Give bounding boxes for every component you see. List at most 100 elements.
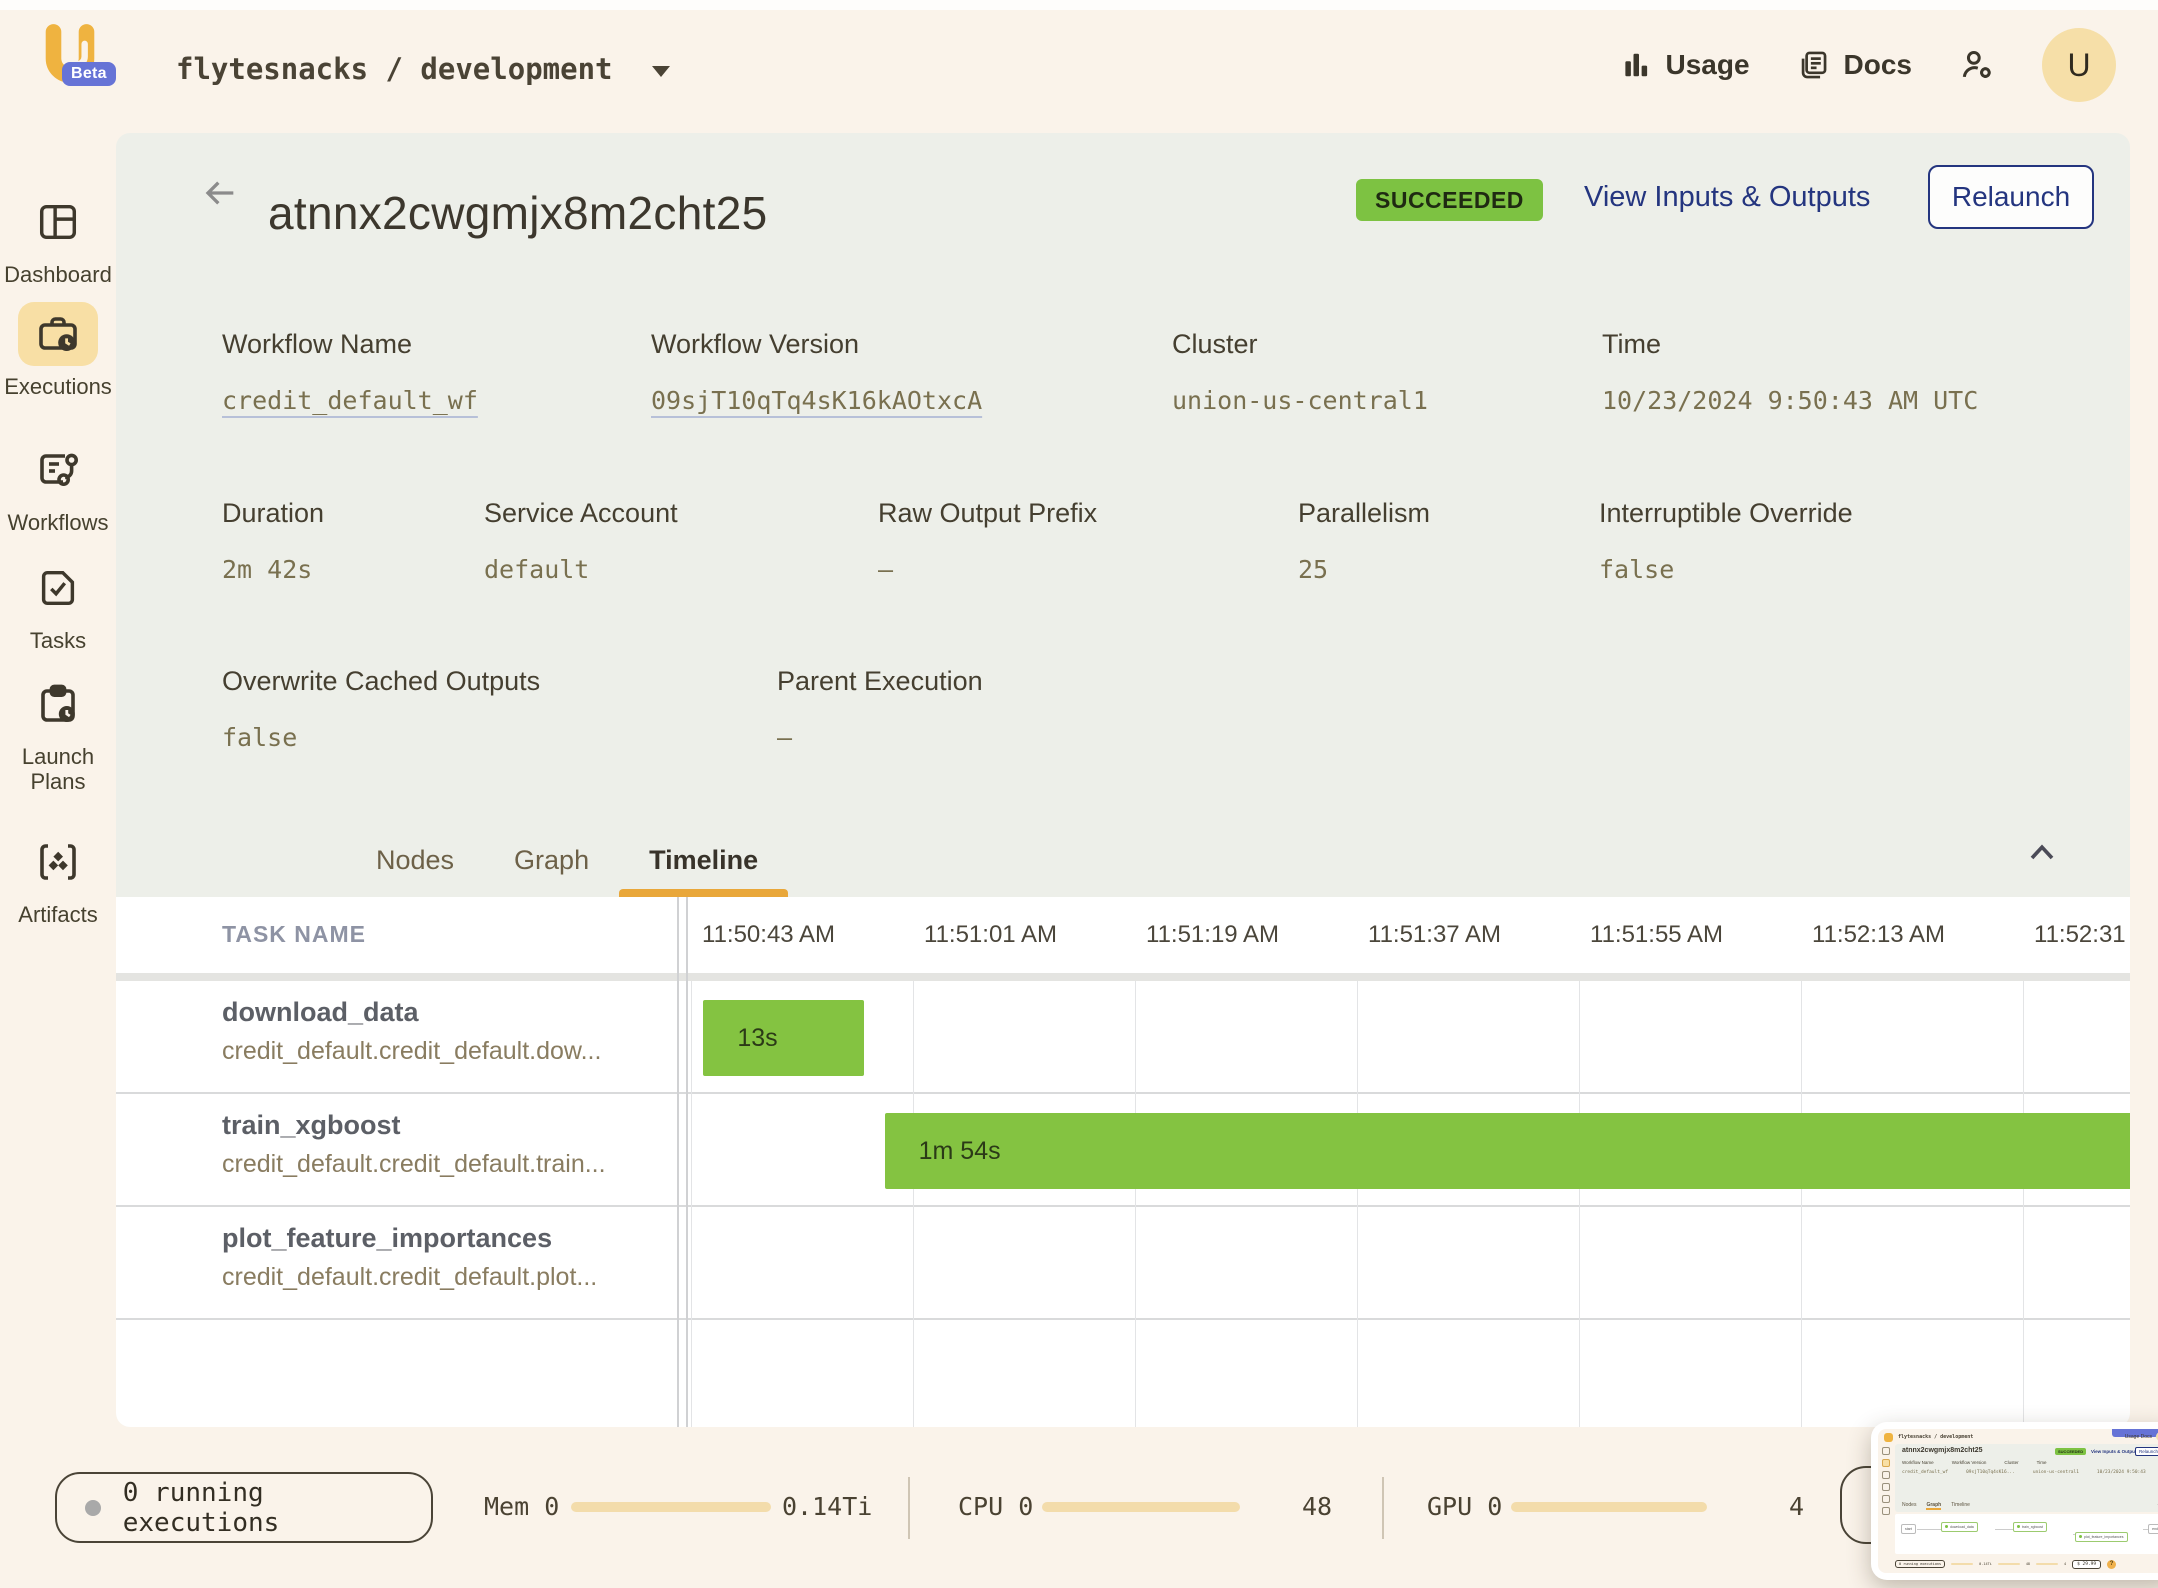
workflows-icon	[34, 446, 82, 494]
gantt-bar-download_data[interactable]: 13s	[703, 1000, 863, 1076]
gpu-meter-track	[1511, 1502, 1707, 1512]
meta-raw-output-prefix: Raw Output Prefix –	[878, 498, 1097, 584]
pip-node-train-xgboost: train_xgboost	[2013, 1522, 2047, 1532]
dashboard-icon	[35, 199, 81, 245]
top-right-nav: Usage Docs U	[1621, 28, 2116, 102]
meter-divider	[908, 1477, 910, 1539]
sidebar-item-workflows[interactable]: Workflows	[0, 438, 116, 535]
pip-node-download-data: download_data	[1941, 1522, 1978, 1532]
execution-title: atnnx2cwgmjx8m2cht25	[268, 186, 767, 240]
beta-badge: Beta	[62, 62, 116, 86]
user-settings-icon[interactable]	[1958, 46, 1996, 84]
pip-tabs: Nodes Graph Timeline	[1902, 1502, 1970, 1510]
time-tick: 11:51:37 AM	[1368, 921, 1501, 949]
pip-footer: 0 running executions 0.14Ti 48 4 $ 29.99…	[1895, 1558, 2158, 1570]
time-tick: 11:51:55 AM	[1590, 921, 1723, 949]
pip-page: flytesnacks / development Usage Docs atn…	[1878, 1429, 2158, 1573]
pip-node-plot-feature-importances: plot_feature_importances	[2075, 1532, 2128, 1542]
pip-preview[interactable]: flytesnacks / development Usage Docs atn…	[1871, 1422, 2158, 1580]
time-tick: 11:50:43 AM	[702, 921, 835, 949]
sidebar-item-tasks[interactable]: Tasks	[0, 556, 116, 653]
tab-nodes[interactable]: Nodes	[346, 823, 484, 897]
table-row[interactable]: download_data credit_default.credit_defa…	[116, 981, 2130, 1094]
docs-button[interactable]: Docs	[1796, 48, 1912, 82]
sidebar-item-launch-plans[interactable]: Launch Plans	[0, 672, 116, 795]
cpu-meter-label: CPU 0	[958, 1492, 1033, 1521]
relaunch-button[interactable]: Relaunch	[1928, 165, 2094, 229]
pip-graph: start download_data train_xgboost plot_f…	[1895, 1514, 2158, 1554]
avatar[interactable]: U	[2042, 28, 2116, 102]
time-tick: 11:51:01 AM	[924, 921, 1057, 949]
gridline	[913, 981, 914, 1427]
status-badge: SUCCEEDED	[1356, 179, 1543, 221]
docs-icon	[1796, 48, 1830, 82]
docs-label: Docs	[1844, 49, 1912, 81]
launch-plans-icon	[34, 680, 82, 728]
meta-workflow-version: Workflow Version 09sjT10qTq4sK16kAOtxcA	[651, 329, 982, 415]
executions-icon	[34, 310, 82, 358]
time-tick: 11:52:13 AM	[1812, 921, 1945, 949]
meta-parallelism: Parallelism 25	[1298, 498, 1430, 584]
column-divider	[686, 897, 688, 1427]
bar-chart-icon	[1621, 50, 1651, 80]
meta-time: Time 10/23/2024 9:50:43 AM UTC	[1602, 329, 1978, 415]
gantt-bar-train_xgboost[interactable]: 1m 54s	[885, 1113, 2130, 1189]
meta-service-account: Service Account default	[484, 498, 678, 584]
cpu-meter-track	[1042, 1502, 1240, 1512]
breadcrumb[interactable]: flytesnacks / development	[176, 52, 670, 86]
usage-label: Usage	[1665, 49, 1749, 81]
pip-relaunch: Relaunch	[2135, 1447, 2158, 1456]
time-tick: 11:52:31 AM	[2034, 921, 2130, 949]
table-row[interactable]: plot_feature_importances credit_default.…	[116, 1207, 2130, 1320]
gridline	[691, 981, 692, 1427]
sidebar-item-dashboard[interactable]: Dashboard	[0, 190, 116, 287]
task-name-header: TASK NAME	[222, 921, 366, 948]
status-dot-icon	[85, 1500, 101, 1516]
mem-meter-max: 0.14Ti	[782, 1492, 872, 1521]
pip-union-logo	[1884, 1433, 1893, 1442]
breadcrumb-text[interactable]: flytesnacks / development	[176, 52, 613, 86]
tab-graph[interactable]: Graph	[484, 823, 619, 897]
pip-cost-pill: $ 29.99	[2072, 1560, 2101, 1569]
gridline	[1579, 981, 1580, 1427]
pip-meta-values: credit_default_wf 09sjT10qTq4sK16... uni…	[1902, 1468, 2146, 1475]
gridline	[1357, 981, 1358, 1427]
gridline	[1801, 981, 1802, 1427]
pip-help-button: ?	[2107, 1560, 2116, 1569]
sidebar-item-executions[interactable]: Executions	[0, 302, 116, 399]
timeline-header-divider	[116, 973, 2130, 981]
meter-divider	[1382, 1477, 1384, 1539]
usage-button[interactable]: Usage	[1621, 49, 1749, 81]
mem-meter-track	[571, 1502, 771, 1512]
gpu-meter-max: 4	[1789, 1492, 1804, 1521]
gridline	[1135, 981, 1136, 1427]
pip-edge	[1917, 1529, 1941, 1530]
meta-duration: Duration 2m 42s	[222, 498, 324, 584]
pip-view-io: View Inputs & Outputs	[2091, 1449, 2139, 1454]
view-inputs-outputs-link[interactable]: View Inputs & Outputs	[1584, 181, 1870, 214]
pip-top-icons: Usage Docs	[2125, 1434, 2152, 1440]
meta-workflow-name: Workflow Name credit_default_wf	[222, 329, 478, 415]
pip-card: atnnx2cwgmjx8m2cht25 SUCCEEDED View Inpu…	[1895, 1444, 2158, 1512]
pip-node-end: end	[2148, 1524, 2158, 1534]
pip-edge	[1995, 1529, 2013, 1530]
gridline	[2023, 981, 2024, 1427]
artifacts-icon	[34, 838, 82, 886]
top-strip	[0, 0, 2158, 10]
timeline-panel: TASK NAME download_data credit_default.c…	[116, 897, 2130, 1427]
back-arrow-button[interactable]	[200, 173, 240, 213]
time-tick: 11:51:19 AM	[1146, 921, 1279, 949]
sidebar-item-artifacts[interactable]: Artifacts	[0, 830, 116, 927]
meta-overwrite-cached-outputs: Overwrite Cached Outputs false	[222, 666, 540, 752]
running-executions-pill[interactable]: 0 running executions	[55, 1472, 433, 1543]
detail-tabs: Nodes Graph Timeline	[346, 823, 788, 897]
running-executions-label: 0 running executions	[123, 1478, 431, 1538]
meta-cluster: Cluster union-us-central1	[1172, 329, 1428, 415]
chevron-down-icon[interactable]	[652, 66, 670, 77]
collapse-chevron-up-icon[interactable]	[2022, 833, 2062, 873]
column-divider[interactable]	[677, 897, 679, 1427]
tab-timeline[interactable]: Timeline	[619, 823, 788, 897]
execution-detail-card: atnnx2cwgmjx8m2cht25 SUCCEEDED View Inpu…	[116, 133, 2130, 1427]
pip-sidebar	[1882, 1447, 1891, 1519]
tasks-icon	[35, 565, 81, 611]
